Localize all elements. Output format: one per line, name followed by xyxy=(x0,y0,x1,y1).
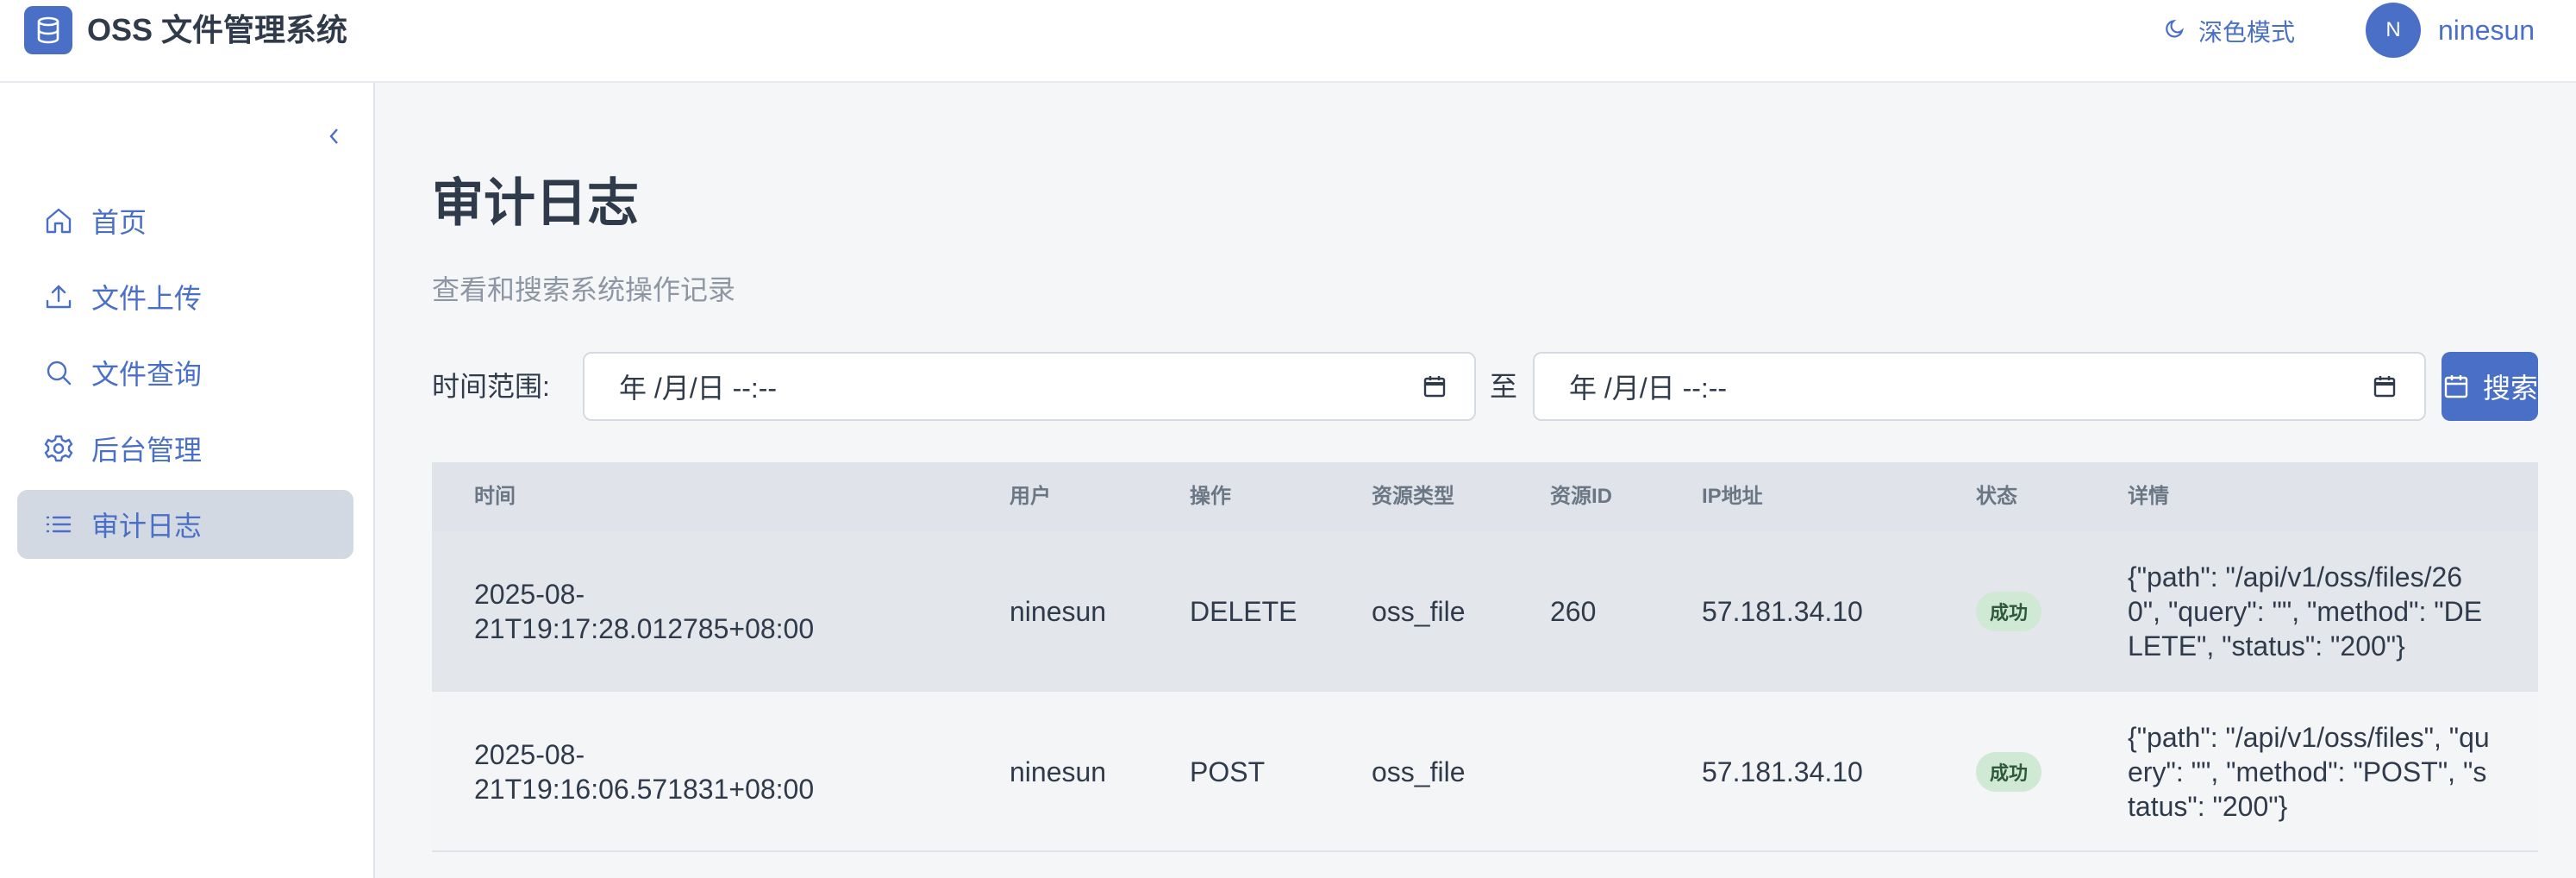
audit-log-table: 时间 用户 操作 资源类型 资源ID IP地址 状态 详情 2025-08-21… xyxy=(432,462,2538,878)
sidebar-item-label: 审计日志 xyxy=(91,511,203,542)
table-header: 时间 用户 操作 资源类型 资源ID IP地址 状态 详情 xyxy=(432,462,2538,531)
end-datetime-value: 年 /月/日 --:-- xyxy=(1569,373,1728,404)
cell-details: {"path": "/api/v1/oss/files", "query": "… xyxy=(2128,722,2490,822)
sidebar-item-upload[interactable]: 文件上传 xyxy=(17,262,353,331)
time-range-label: 时间范围: xyxy=(432,371,550,402)
column-header-resource-id[interactable]: 资源ID xyxy=(1550,483,1612,511)
cell-ip: 57.181.34.10 xyxy=(1702,756,1863,787)
calendar-icon[interactable] xyxy=(1421,373,1448,400)
cell-action: POST xyxy=(1190,756,1266,787)
page-subtitle: 查看和搜索系统操作记录 xyxy=(432,274,736,305)
start-datetime-input[interactable]: 年 /月/日 --:-- xyxy=(583,352,1476,421)
list-icon xyxy=(43,509,74,540)
cell-resource-id: 260 xyxy=(1550,596,1597,627)
cell-user: ninesun xyxy=(1010,756,1107,787)
start-datetime-value: 年 /月/日 --:-- xyxy=(619,373,778,404)
cell-details: {"path": "/api/v1/oss/files/260", "query… xyxy=(2128,561,2483,662)
range-separator: 至 xyxy=(1490,371,1518,402)
database-icon xyxy=(24,6,72,54)
home-icon xyxy=(43,205,74,236)
status-badge: 成功 xyxy=(1976,752,2042,792)
search-button-label: 搜索 xyxy=(2483,373,2538,404)
column-header-user[interactable]: 用户 xyxy=(1010,483,1051,511)
status-badge: 成功 xyxy=(1976,592,2042,631)
page-title: 审计日志 xyxy=(432,174,639,232)
chevron-left-icon[interactable] xyxy=(321,122,348,150)
sidebar-item-label: 文件查询 xyxy=(91,359,203,390)
gear-icon xyxy=(43,433,74,464)
sidebar-item-label: 后台管理 xyxy=(91,435,203,466)
sidebar-item-home[interactable]: 首页 xyxy=(17,186,353,255)
top-header: OSS 文件管理系统 深色模式 N ninesun xyxy=(0,0,2576,83)
sidebar-item-audit-log[interactable]: 审计日志 xyxy=(17,490,353,559)
column-header-resource-type[interactable]: 资源类型 xyxy=(1372,483,1454,511)
table-row[interactable]: 2025-08-21T19:17:28.012785+08:00 ninesun… xyxy=(432,531,2538,692)
calendar-icon xyxy=(2442,372,2471,401)
sidebar-item-label: 文件上传 xyxy=(91,283,203,314)
cell-resource-type: oss_file xyxy=(1372,596,1466,627)
table-row[interactable]: 2025-08-21T19:16:06.571831+08:00 ninesun… xyxy=(432,692,2538,852)
sidebar: 首页 文件上传 文件查询 后台管理 审计日志 xyxy=(0,83,375,878)
calendar-icon[interactable] xyxy=(2371,373,2398,400)
upload-icon xyxy=(43,281,74,312)
app-title: OSS 文件管理系统 xyxy=(87,12,348,47)
column-header-status[interactable]: 状态 xyxy=(1976,483,2017,511)
user-menu[interactable]: N ninesun xyxy=(2366,3,2535,58)
avatar: N xyxy=(2366,3,2421,58)
username: ninesun xyxy=(2438,14,2535,46)
cell-user: ninesun xyxy=(1010,596,1107,627)
sidebar-item-label: 首页 xyxy=(91,207,147,238)
column-header-action[interactable]: 操作 xyxy=(1190,483,1231,511)
search-icon xyxy=(43,357,74,388)
column-header-ip[interactable]: IP地址 xyxy=(1702,483,1763,511)
cell-ip: 57.181.34.10 xyxy=(1702,596,1863,627)
column-header-time[interactable]: 时间 xyxy=(474,483,516,511)
sidebar-item-search[interactable]: 文件查询 xyxy=(17,338,353,407)
cell-time: 2025-08-21T19:16:06.571831+08:00 xyxy=(474,739,815,805)
end-datetime-input[interactable]: 年 /月/日 --:-- xyxy=(1533,352,2426,421)
search-button[interactable]: 搜索 xyxy=(2442,352,2538,421)
dark-mode-toggle[interactable]: 深色模式 xyxy=(2164,14,2295,48)
cell-time: 2025-08-21T19:17:28.012785+08:00 xyxy=(474,579,815,644)
dark-mode-label: 深色模式 xyxy=(2198,19,2296,46)
cell-resource-type: oss_file xyxy=(1372,756,1466,787)
cell-action: DELETE xyxy=(1190,596,1297,627)
column-header-details[interactable]: 详情 xyxy=(2128,483,2169,511)
sidebar-item-admin[interactable]: 后台管理 xyxy=(17,414,353,483)
moon-icon xyxy=(2164,17,2186,46)
